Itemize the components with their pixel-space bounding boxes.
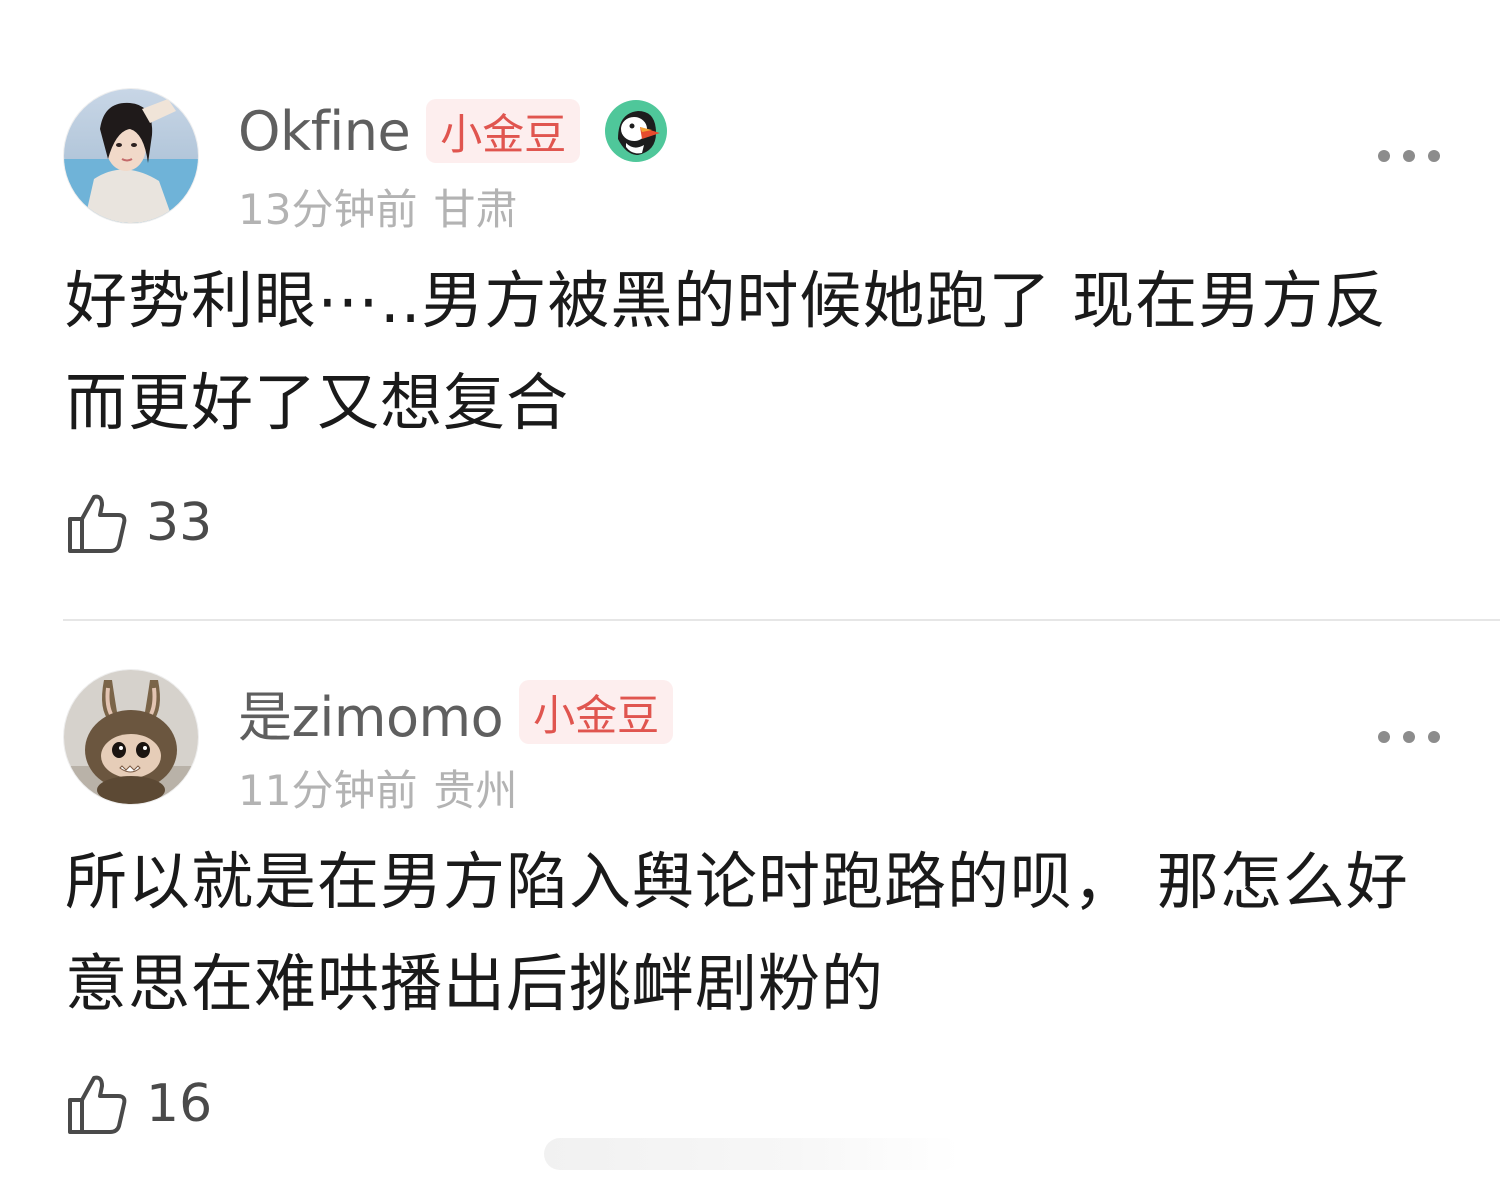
thumbs-up-icon <box>68 494 127 553</box>
woman-photo-avatar <box>64 89 198 223</box>
timestamp: 11分钟前 <box>238 766 418 815</box>
plush-toy-avatar <box>64 670 198 804</box>
username[interactable]: 是zimomo <box>238 673 504 752</box>
location: 甘肃 <box>433 185 518 234</box>
comment-meta: 11分钟前 贵州 <box>238 757 517 818</box>
comment-text: 所以就是在男方陷入舆论时跑路的呗， 那怎么好意思在难哄播出后挑衅剧粉的 <box>65 845 1409 1020</box>
more-options-icon[interactable] <box>1378 148 1440 164</box>
user-info-row: 是zimomo 小金豆 <box>238 677 674 749</box>
location: 贵州 <box>433 766 518 815</box>
comment-meta: 13分钟前 甘肃 <box>238 176 517 237</box>
timestamp: 13分钟前 <box>238 185 418 234</box>
user-info-row: Okfine 小金豆 <box>238 96 668 166</box>
comment-divider <box>63 619 1500 621</box>
user-avatar[interactable] <box>63 88 199 224</box>
user-avatar[interactable] <box>63 669 199 805</box>
comment-text: 好势利眼⋯..男方被黑的时候她跑了 现在男方反而更好了又想复合 <box>65 264 1388 439</box>
username[interactable]: Okfine <box>238 100 411 163</box>
like-count: 33 <box>146 493 213 553</box>
level-badge[interactable]: 小金豆 <box>519 680 674 744</box>
like-button[interactable]: 33 <box>66 490 212 556</box>
level-badge[interactable]: 小金豆 <box>426 99 581 163</box>
like-button[interactable]: 16 <box>66 1071 212 1137</box>
more-options-icon[interactable] <box>1378 729 1440 745</box>
thumbs-up-icon <box>68 1075 127 1134</box>
puffin-icon <box>605 100 668 162</box>
like-count: 16 <box>146 1074 213 1134</box>
home-indicator <box>544 1138 960 1170</box>
